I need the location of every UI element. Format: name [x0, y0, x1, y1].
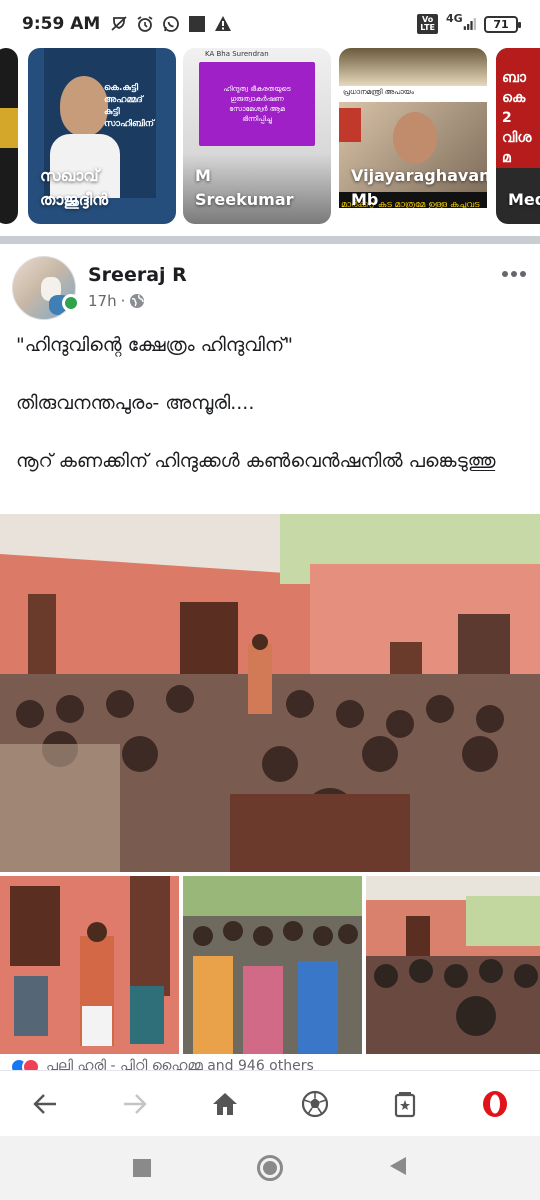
thumb-drawing: [366, 876, 540, 1054]
network-type: 4G: [446, 11, 463, 25]
story-headline: പ്രധാനമന്ത്രി അപായം: [343, 88, 414, 96]
post-photo-thumb-2[interactable]: [183, 876, 362, 1054]
warning-icon: [214, 15, 232, 33]
thumb-drawing: [0, 876, 179, 1054]
back-triangle-icon[interactable]: [389, 1156, 407, 1180]
post-meta: 17h ·: [88, 292, 145, 310]
browser-toolbar: [0, 1070, 540, 1136]
story-food-image: [339, 48, 487, 86]
tabs-icon[interactable]: [385, 1084, 425, 1124]
story-card-4[interactable]: പ്രധാനമന്ത്രി അപായം മാർക്കറ്റ് കട മാത്രമ…: [339, 48, 487, 224]
post-photo-thumb-3[interactable]: [366, 876, 540, 1054]
story-post-text: ഹിന്ദുത്വ ഭീകരതയുടെ ഗുരുത്വാകർഷണ സോമേശ്വ…: [223, 85, 291, 123]
post-body: "ഹിന്ദുവിന്റെ ക്ഷേത്രം ഹിന്ദുവിന്" തിരുവ…: [16, 330, 524, 504]
story-header: KA Bha Surendran: [205, 50, 269, 58]
football-icon[interactable]: [295, 1084, 335, 1124]
post-author[interactable]: Sreeraj R: [88, 264, 187, 286]
story-name: സഖാവ് താജുദ്ദീൻ: [40, 166, 109, 209]
thumb-drawing: [183, 876, 362, 1054]
globe-icon: [129, 293, 145, 309]
story-red-panel: ബാ കെ 2 വിശ മ: [496, 48, 540, 168]
post-text-line: "ഹിന്ദുവിന്റെ ക്ഷേത്രം ഹിന്ദുവിന്": [16, 334, 294, 356]
post-text-line: നൂറ് കണക്കിന് ഹിന്ദുക്കൾ കൺവെൻഷനിൽ പങ്കെ…: [16, 450, 496, 472]
system-navigation-bar: [0, 1136, 540, 1200]
story-post-box: ഹിന്ദുത്വ ഭീകരതയുടെ ഗുരുത്വാകർഷണ സോമേശ്വ…: [199, 62, 315, 146]
post-photo-main[interactable]: [0, 514, 540, 872]
story-name: Vijayaraghavan Mb: [351, 166, 487, 209]
opera-icon[interactable]: [475, 1084, 515, 1124]
story-panel-text: ബാ കെ 2 വിശ മ: [502, 70, 532, 166]
more-options-button[interactable]: [500, 264, 528, 284]
story-caption: കെ.കുട്ടി അഹമ്മദ് കുട്ടി സാഹിബിന്: [104, 83, 154, 129]
home-icon[interactable]: [205, 1084, 245, 1124]
battery-indicator: 71: [484, 15, 521, 33]
portrait-face: [60, 76, 108, 136]
home-circle-icon[interactable]: [257, 1155, 283, 1181]
volte-badge: Vo LTE: [417, 14, 438, 34]
signal-icon: 4G: [446, 11, 476, 33]
stories-tray[interactable]: കെ.കുട്ടി അഹമ്മദ് കുട്ടി സാഹിബിന് സഖാവ് …: [0, 48, 540, 228]
notification-square-icon: [188, 15, 206, 33]
story-card-3[interactable]: KA Bha Surendran ഹിന്ദുത്വ ഭീകരതയുടെ ഗുര…: [183, 48, 331, 224]
forward-arrow-icon[interactable]: [115, 1084, 155, 1124]
back-arrow-icon[interactable]: [25, 1084, 65, 1124]
whatsapp-icon: [162, 15, 180, 33]
post-time[interactable]: 17h: [88, 292, 117, 310]
story-card-5[interactable]: ബാ കെ 2 വിശ മ Med: [496, 48, 540, 224]
emblem-shape: [339, 108, 361, 142]
status-bar: 9:59 AM Vo LTE 4G 71: [0, 0, 540, 48]
post-header: Sreeraj R 17h ·: [0, 252, 540, 320]
online-status-dot: [62, 294, 80, 312]
story-name: Med: [508, 190, 540, 209]
story-card-2[interactable]: കെ.കുട്ടി അഹമ്മദ് കുട്ടി സാഹിബിന് സഖാവ് …: [28, 48, 176, 224]
feed-divider: [0, 236, 540, 244]
post-text-line: തിരുവനന്തപുരം- അമ്പൂരി....: [16, 392, 255, 414]
notification-icons: [110, 15, 232, 33]
status-time: 9:59 AM: [22, 14, 101, 34]
story-name: M Sreekumar: [195, 166, 294, 209]
meta-separator: ·: [120, 292, 126, 310]
mute-icon: [110, 15, 128, 33]
alarm-icon: [136, 15, 154, 33]
story-card-1[interactable]: [0, 48, 18, 224]
post-photo-thumb-1[interactable]: [0, 876, 179, 1054]
status-right: Vo LTE 4G 71: [417, 11, 521, 34]
photo-drawing: [0, 514, 540, 872]
story-thumb: [0, 108, 18, 148]
person-face: [393, 112, 437, 164]
home-circle-inner: [263, 1161, 277, 1175]
recents-square-icon[interactable]: [133, 1159, 151, 1177]
